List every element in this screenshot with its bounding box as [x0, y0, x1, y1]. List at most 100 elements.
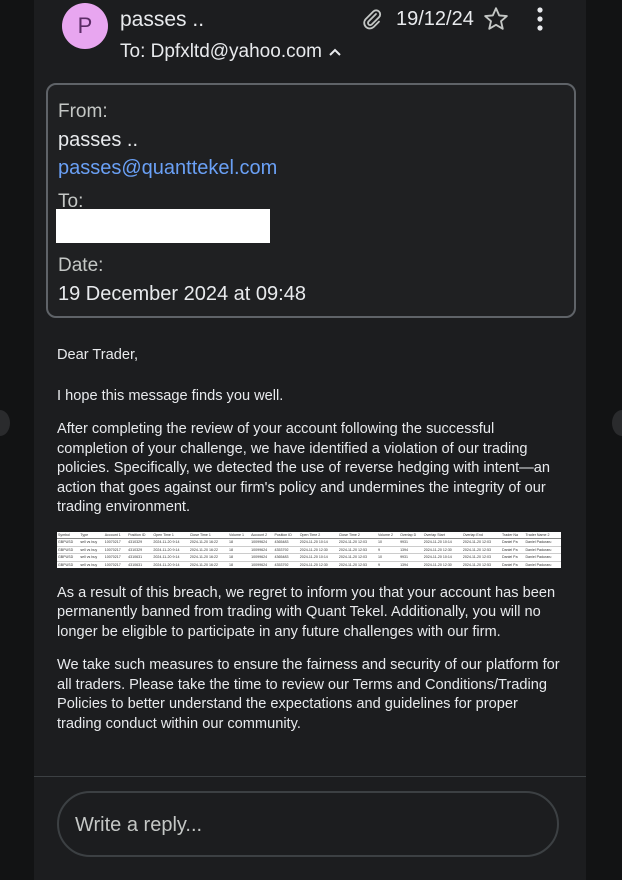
table-cell: Daniel Pa: [500, 538, 525, 547]
divider: [34, 776, 586, 777]
reply-placeholder: Write a reply...: [75, 814, 203, 836]
table-cell: Daniel Paduraru: [524, 561, 561, 568]
table-cell: sell vs buy: [79, 546, 104, 554]
table-header-cell: Overlap Start: [422, 531, 462, 539]
table-cell: 4365483: [273, 538, 299, 547]
table-header-cell: Type: [79, 531, 104, 539]
table-header-cell: Close Time 1: [188, 531, 229, 539]
reply-box[interactable]: Write a reply...: [57, 791, 559, 857]
table-header-cell: Overlap D: [399, 531, 423, 539]
from-email-link[interactable]: passes@quanttekel.com: [58, 157, 277, 180]
message-header: P passes .. To: Dpfxltd@yahoo.com 19/12/…: [34, 0, 586, 70]
table-cell: 2024-11-20 16:22: [188, 538, 229, 547]
greeting: Dear Trader,: [57, 347, 139, 363]
table-cell: 2024-11-20 16:22: [188, 553, 229, 562]
table-cell: GBPUSD: [57, 553, 80, 562]
table-header-cell: Close Time 2: [337, 531, 377, 539]
table-cell: 9: [376, 546, 400, 554]
table-cell: 10099624: [250, 561, 274, 568]
table-cell: sell vs buy: [79, 553, 104, 562]
table-cell: Daniel Paduraru: [524, 546, 561, 554]
table-cell: 4353792: [273, 561, 299, 568]
paperclip-icon: [360, 7, 384, 36]
table-cell: 9931: [399, 538, 423, 547]
table-cell: 10070217: [103, 561, 128, 568]
paragraph-3: As a result of this breach, we regret to…: [57, 584, 556, 640]
table-header-cell: Account 2: [250, 531, 274, 539]
paragraph-1: I hope this message finds you well.: [57, 387, 284, 404]
table-cell: 2024-11-20 12:30: [422, 546, 462, 554]
table-cell: 2024-11-20 12:30: [422, 561, 462, 568]
table-header-cell: Trader Name 2: [524, 531, 561, 539]
table-cell: 1394: [399, 561, 423, 568]
table-cell: 2024-11-20 10:14: [422, 553, 462, 562]
table-cell: 4310329: [127, 538, 153, 547]
table-header-cell: Overlap End: [461, 531, 501, 539]
table-row: GBPUSD sell vs buy 10070217 4310329 2024-11-…: [57, 546, 561, 554]
table-row: GBPUSD sell vs buy 10070217 4310329 2024-11-…: [57, 538, 561, 547]
table-header-cell: Trader Na: [500, 531, 525, 539]
table-header-cell: Position ID: [273, 531, 299, 539]
table-row: GBPUSD sell vs buy 10070217 4310631 2024-11-…: [57, 561, 561, 568]
table-header-cell: Account 1: [103, 531, 128, 539]
table-cell: 10: [376, 538, 400, 547]
message-body: Dear Trader, I hope this message finds y…: [57, 346, 563, 748]
chevron-up-icon[interactable]: [328, 41, 342, 63]
table-cell: 9931: [399, 553, 423, 562]
table-cell: 2024-11-20 10:14: [298, 538, 338, 547]
table-cell: 10070217: [103, 546, 128, 554]
table-cell: 2024-11-20 10:14: [298, 553, 338, 562]
trade-table-image[interactable]: Symbol Type Account 1 Position ID Open Time …: [57, 531, 561, 568]
table-cell: 2024-11-20 12:03: [337, 553, 377, 562]
paragraph-2: After completing the review of your acco…: [57, 421, 550, 515]
table-header-row: Symbol Type Account 1 Position ID Open Time …: [57, 531, 561, 539]
table-cell: 10: [376, 553, 400, 562]
table-header-cell: Symbol: [57, 531, 80, 539]
table-header-cell: Open Time 1: [152, 531, 189, 539]
table-cell: 10099624: [250, 553, 274, 562]
table-cell: GBPUSD: [57, 546, 80, 554]
table-cell: 4310329: [127, 546, 153, 554]
table-cell: 2024-11-20 16:22: [188, 561, 229, 568]
table-cell: 2024-11-20 12:03: [461, 538, 501, 547]
table-cell: 10099624: [250, 538, 274, 547]
table-cell: Daniel Paduraru: [524, 553, 561, 562]
more-vert-icon[interactable]: [531, 5, 549, 38]
table-cell: 10070217: [103, 538, 128, 547]
table-cell: 4353792: [273, 546, 299, 554]
table-cell: Daniel Paduraru: [524, 538, 561, 547]
prev-handle[interactable]: [0, 410, 10, 436]
table-cell: sell vs buy: [79, 538, 104, 547]
table-header-cell: Volume 1: [228, 531, 251, 539]
from-name: passes ..: [58, 129, 139, 151]
table-cell: 2024-11-20 12:53: [461, 546, 501, 554]
table-cell: 4310631: [127, 561, 153, 568]
paragraph-4: We take such measures to ensure the fair…: [57, 657, 560, 732]
table-cell: 18: [228, 553, 251, 562]
table-cell: 18: [228, 561, 251, 568]
table-cell: 2024-11-20 12:03: [337, 538, 377, 547]
star-icon[interactable]: [482, 5, 510, 38]
table-header-cell: Volume 2: [376, 531, 400, 539]
next-handle[interactable]: [612, 410, 622, 436]
sender-name: passes ..: [120, 8, 205, 31]
table-cell: GBPUSD: [57, 538, 80, 547]
details-card: From: passes .. passes@quanttekel.com To…: [46, 83, 576, 318]
table-cell: 2024-11-20 9:14: [152, 561, 189, 568]
table-cell: 4310631: [127, 553, 153, 562]
from-label: From:: [58, 101, 108, 122]
table-cell: 2024-11-20 16:22: [188, 546, 229, 554]
table-cell: 1394: [399, 546, 423, 554]
table-cell: 18: [228, 546, 251, 554]
table-cell: 9: [376, 561, 400, 568]
table-cell: 2024-11-20 12:30: [298, 561, 338, 568]
table-cell: 2024-11-20 12:03: [461, 553, 501, 562]
recipient-line[interactable]: To: Dpfxltd@yahoo.com: [120, 41, 342, 63]
table-cell: 2024-11-20 9:14: [152, 538, 189, 547]
sender-avatar[interactable]: P: [62, 3, 108, 49]
table-header-cell: Position ID: [127, 531, 153, 539]
table-cell: 2024-11-20 12:53: [337, 546, 377, 554]
table-cell: 2024-11-20 9:14: [152, 546, 189, 554]
table-cell: GBPUSD: [57, 561, 80, 568]
table-header-cell: Open Time 2: [298, 531, 338, 539]
